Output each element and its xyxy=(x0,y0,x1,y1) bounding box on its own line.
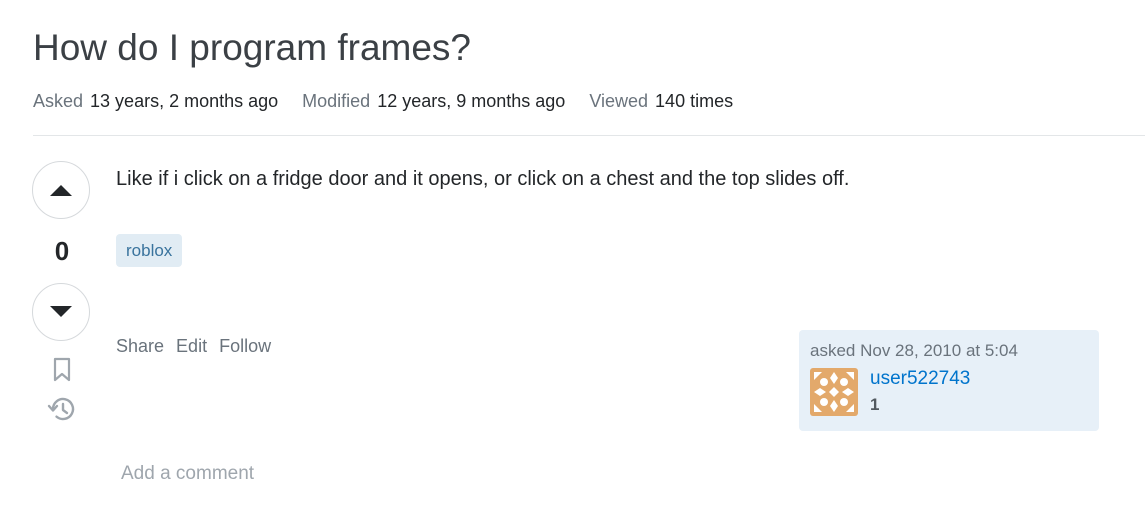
question-body: Like if i click on a fridge door and it … xyxy=(116,168,850,190)
upvote-button[interactable] xyxy=(32,161,90,219)
meta-asked-label: Asked xyxy=(33,91,84,111)
add-comment-link[interactable]: Add a comment xyxy=(121,462,254,486)
history-icon xyxy=(47,397,75,421)
history-button[interactable] xyxy=(32,395,92,423)
meta-viewed: Viewed 140 times xyxy=(589,89,733,113)
bookmark-button[interactable] xyxy=(32,357,92,383)
downvote-arrow-icon xyxy=(50,306,72,317)
post-menu: Share Edit Follow xyxy=(116,334,283,358)
meta-asked-value: 13 years, 2 months ago xyxy=(90,91,279,111)
question-title[interactable]: How do I program frames? xyxy=(33,24,471,72)
user-details: user522743 1 xyxy=(870,368,970,417)
avatar[interactable] xyxy=(810,368,858,416)
downvote-button[interactable] xyxy=(32,283,90,341)
meta-viewed-value: 140 times xyxy=(655,91,734,111)
edit-link[interactable]: Edit xyxy=(176,334,207,358)
vote-column: 0 xyxy=(32,161,92,423)
follow-link[interactable]: Follow xyxy=(219,334,271,358)
question-meta: Asked 13 years, 2 months ago Modified 12… xyxy=(33,89,757,113)
user-info-row: user522743 1 xyxy=(810,368,1088,417)
user-name-link[interactable]: user522743 xyxy=(870,368,970,390)
meta-asked: Asked 13 years, 2 months ago xyxy=(33,89,278,113)
owner-user-card: asked Nov 28, 2010 at 5:04 user522743 1 xyxy=(799,330,1099,431)
tag-roblox[interactable]: roblox xyxy=(116,234,183,267)
header-divider xyxy=(33,135,1145,136)
upvote-arrow-icon xyxy=(50,185,72,196)
meta-viewed-label: Viewed xyxy=(589,91,649,111)
meta-modified: Modified 12 years, 9 months ago xyxy=(302,89,565,113)
meta-modified-label: Modified xyxy=(302,91,371,111)
identicon-image xyxy=(810,368,858,416)
share-link[interactable]: Share xyxy=(116,334,164,358)
meta-modified-value[interactable]: 12 years, 9 months ago xyxy=(377,89,565,113)
bookmark-icon xyxy=(53,357,71,382)
asked-timestamp[interactable]: asked Nov 28, 2010 at 5:04 xyxy=(810,340,1088,362)
question-page: How do I program frames? Asked 13 years,… xyxy=(0,0,1145,508)
user-reputation: 1 xyxy=(870,395,880,414)
vote-count: 0 xyxy=(54,236,70,266)
